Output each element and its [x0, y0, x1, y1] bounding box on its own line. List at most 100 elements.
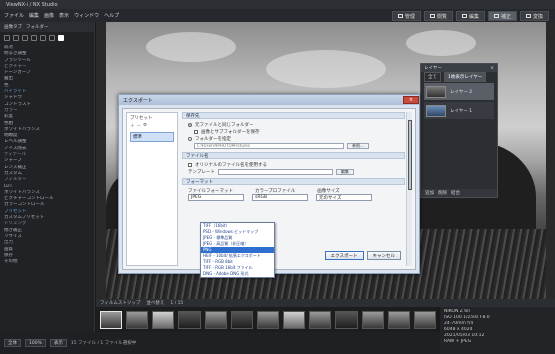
preset-item[interactable]: 標準 [130, 132, 174, 142]
export-button[interactable]: エクスポート [324, 251, 364, 260]
checkbox-original-name[interactable] [188, 162, 192, 167]
merge-layer-button[interactable]: 結合 [451, 190, 460, 196]
format-option[interactable]: DNG - Adobe DNG 形式 [201, 271, 274, 277]
delete-layer-button[interactable]: 削除 [438, 190, 447, 196]
layer-item[interactable]: レイヤー 2 [424, 83, 494, 100]
filmstrip-thumbnail[interactable] [361, 310, 384, 329]
image-info-panel: NIKON Z 6II ISO 100 1/250s F8.0 24-70mm f/… [440, 307, 555, 354]
layers-tab-single[interactable]: 1枚表示レイヤー [444, 71, 487, 82]
tab-folder[interactable]: フォルダー [26, 24, 49, 30]
info-line: RAW + JPEG [444, 339, 472, 344]
dialog-close-button[interactable]: × [403, 96, 419, 104]
filmstrip-thumbnail[interactable] [309, 310, 332, 329]
layer-name: レイヤー 2 [450, 89, 473, 95]
tool-row [0, 32, 94, 43]
layers-tabs: 全て 1枚表示レイヤー [421, 71, 497, 82]
browse-button[interactable]: 参照... [347, 142, 369, 149]
add-layer-button[interactable]: 追加 [425, 190, 434, 196]
preset-panel: プリセット ＋ － ⚙ 標準 [126, 112, 178, 266]
adjustment-item[interactable]: その他 [4, 259, 90, 265]
filmstrip-thumbnail[interactable] [204, 310, 227, 329]
mode-manage-button[interactable]: 管理 [391, 11, 421, 21]
filmstrip-thumbnail[interactable] [230, 310, 253, 329]
rename-option[interactable]: オリジナルのファイル名を使用する [182, 161, 405, 168]
eye-icon [429, 14, 435, 18]
remove-icon[interactable]: － [137, 123, 142, 129]
section-filename[interactable]: ファイル名 [182, 152, 405, 159]
image-size-select[interactable]: 元のサイズ [316, 194, 372, 201]
radio-specify-folder[interactable] [188, 136, 192, 141]
filmstrip-thumbnail[interactable] [283, 310, 306, 329]
export-dialog: エクスポート × プリセット ＋ － ⚙ 標準 保存先 元ファイルと同じフォルダ… [118, 94, 420, 278]
dest-option-specify[interactable]: フォルダーを指定 [182, 135, 405, 142]
mode-switcher: 管理 閲覧 編集 補正 変換 [391, 11, 549, 21]
mode-convert-button[interactable]: 変換 [519, 11, 549, 21]
layer-name: レイヤー 1 [450, 108, 473, 114]
left-adjustment-panel: 画像タブ フォルダー 最適 明るさ調整 ブラシツール ピクチャー トーンカーブ 露出色ハイ… [0, 22, 95, 332]
filmstrip-thumbnail[interactable] [100, 310, 123, 329]
dest-path-field[interactable]: C:¥Users¥PHOTO¥Pictures [194, 142, 344, 149]
dest-option-same-folder[interactable]: 元ファイルと同じフォルダー [182, 121, 405, 128]
mode-adjust-button[interactable]: 補正 [487, 11, 517, 21]
dialog-scrollbar[interactable] [406, 112, 412, 266]
color-profile-label: カラープロファイル [255, 188, 296, 194]
color-profile-select[interactable]: sRGB [252, 194, 308, 201]
white-swatch-icon[interactable] [58, 35, 64, 41]
dialog-title: エクスポート [123, 97, 153, 104]
filmstrip-thumbnail[interactable] [387, 310, 410, 329]
filmstrip-thumbnail[interactable] [335, 310, 358, 329]
cancel-button[interactable]: キャンセル [366, 251, 401, 260]
monitor-icon [461, 14, 467, 18]
layer-item[interactable]: レイヤー 1 [424, 102, 494, 119]
name-template-field[interactable] [217, 168, 333, 175]
filmstrip-thumbnail[interactable] [126, 310, 149, 329]
window-title: ViewNX-i / NX Studio [6, 1, 58, 8]
eyedropper-tool-icon[interactable] [40, 35, 46, 41]
mode-edit-button[interactable]: 編集 [455, 11, 485, 21]
filmstrip-title: フィルムストリップ [100, 301, 141, 306]
layers-tab-all[interactable]: 全て [424, 71, 441, 82]
edit-template-button[interactable]: 編集 [335, 168, 354, 175]
section-format[interactable]: フォーマット [182, 178, 405, 185]
preset-tools: ＋ － ⚙ [127, 123, 177, 131]
view-button[interactable]: 表示 [49, 339, 67, 347]
name-template-row: テンプレート 編集 [182, 168, 405, 175]
status-bar: 全体 100% 表示 15 ファイル / 1 ファイル選択中 [0, 332, 440, 354]
format-select[interactable]: JPEG [188, 194, 244, 201]
mode-browse-button[interactable]: 閲覧 [423, 11, 453, 21]
filmstrip-thumbnail[interactable] [152, 310, 175, 329]
menu-edit[interactable]: 編集 [29, 12, 39, 19]
image-size-label: 画像サイズ [317, 188, 340, 194]
fit-button[interactable]: 全体 [4, 339, 21, 347]
crop-tool-icon[interactable] [13, 35, 19, 41]
add-icon[interactable]: ＋ [130, 123, 135, 129]
zoom-button[interactable]: 100% [25, 339, 46, 347]
close-icon[interactable]: × [490, 66, 494, 71]
straighten-tool-icon[interactable] [31, 35, 37, 41]
menu-file[interactable]: ファイル [4, 12, 24, 19]
scrollbar-thumb[interactable] [408, 120, 412, 190]
filmstrip-thumbnail[interactable] [178, 310, 201, 329]
section-destination[interactable]: 保存先 [182, 112, 405, 119]
dialog-title-bar: エクスポート × [119, 95, 419, 105]
retouch-tool-icon[interactable] [49, 35, 55, 41]
dest-subfolder-option[interactable]: 画像とサブフォルダーを保存 [182, 128, 405, 135]
radio-same-folder[interactable] [188, 122, 192, 127]
menu-help[interactable]: ヘルプ [104, 12, 119, 19]
brush-tool-icon[interactable] [22, 35, 28, 41]
filmstrip [96, 307, 437, 332]
grid-icon [397, 14, 403, 18]
filmstrip-thumbnail[interactable] [413, 310, 437, 329]
checkbox-subfolder[interactable] [194, 129, 198, 134]
select-tool-icon[interactable] [4, 35, 10, 41]
menu-view[interactable]: 表示 [59, 12, 69, 19]
filmstrip-thumbnail[interactable] [256, 310, 280, 329]
settings-icon[interactable]: ⚙ [143, 123, 147, 129]
tab-image[interactable]: 画像タブ [4, 24, 22, 30]
status-text: 15 ファイル / 1 ファイル選択中 [70, 341, 137, 346]
menu-window[interactable]: ウィンドウ [74, 12, 99, 19]
sort-button[interactable]: 並べ替え [146, 300, 164, 306]
menu-image[interactable]: 画像 [44, 12, 54, 19]
filmstrip-header: フィルムストリップ 並べ替え 1 / 15 [96, 299, 555, 307]
adjust-icon [493, 14, 499, 18]
